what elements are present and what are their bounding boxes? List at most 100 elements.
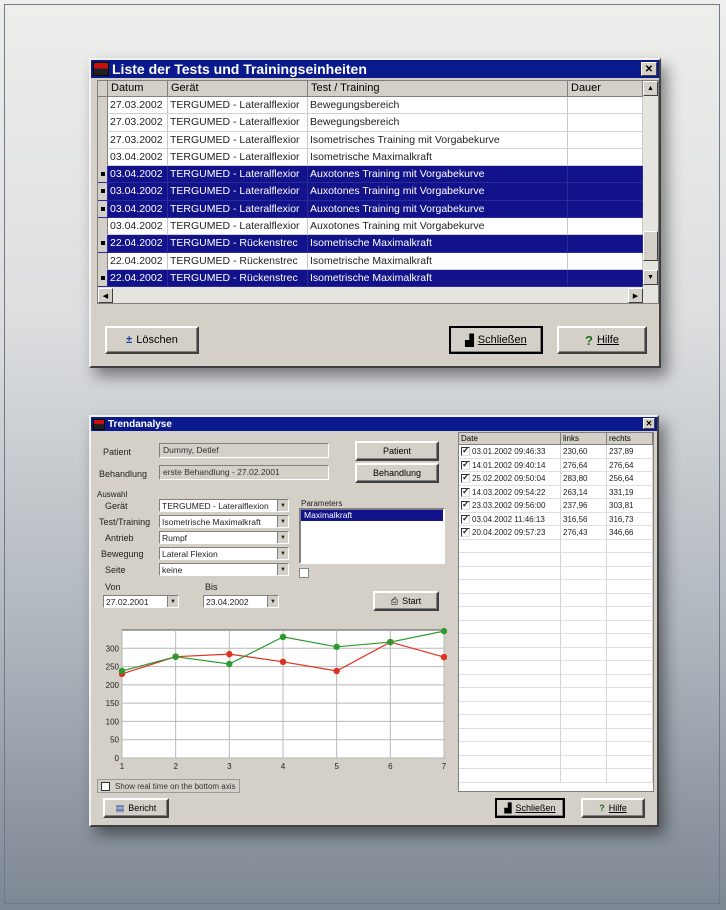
results-table[interactable]: Date links rechts 03.01.2002 09:46:33 230… bbox=[458, 432, 654, 792]
cell-right: 346,66 bbox=[607, 526, 653, 540]
tests-table[interactable]: Datum Gerät Test / Training Dauer 27.03.… bbox=[97, 80, 659, 304]
parameter-item[interactable]: Maximalkraft bbox=[301, 510, 443, 521]
table-row[interactable]: 20.04.2002 09:57:23 276,43346,66 bbox=[459, 526, 653, 540]
table-row[interactable]: 03.01.2002 09:46:33 230,60237,89 bbox=[459, 445, 653, 459]
col-header-date[interactable]: Date bbox=[459, 433, 561, 445]
table-row[interactable]: 25.02.2002 09:50:04 283,80256,64 bbox=[459, 472, 653, 486]
row-checkbox[interactable] bbox=[461, 460, 470, 470]
cell-date: 03.04.2002 bbox=[108, 166, 168, 184]
cell-date bbox=[459, 647, 561, 661]
parameter-checkbox[interactable] bbox=[299, 568, 309, 578]
treatment-label: Behandlung bbox=[99, 469, 148, 479]
data-point-2 bbox=[226, 660, 233, 668]
chevron-down-icon[interactable]: ▼ bbox=[267, 596, 278, 607]
col-header-test[interactable]: Test / Training bbox=[308, 81, 568, 97]
side-select[interactable]: keine ▼ bbox=[159, 563, 289, 576]
col-header-date[interactable]: Datum bbox=[108, 81, 168, 97]
device-select[interactable]: TERGUMED - Lateralflexion ▼ bbox=[159, 499, 289, 512]
col-header-duration[interactable]: Dauer bbox=[568, 81, 643, 97]
y-tick-label: 150 bbox=[106, 699, 120, 708]
table-row[interactable]: 27.03.2002 TERGUMED - Lateralflexior Beweg… bbox=[98, 97, 658, 115]
table-row[interactable]: 14.03.2002 09:54:22 263,14331,19 bbox=[459, 485, 653, 499]
horizontal-scrollbar[interactable]: ◀ ▶ bbox=[98, 287, 643, 303]
list-window-titlebar[interactable]: Liste der Tests und Trainingseinheiten ✕ bbox=[91, 60, 659, 78]
cell-device: TERGUMED - Lateralflexior bbox=[168, 131, 308, 149]
delete-button[interactable]: ± Löschen bbox=[105, 326, 199, 354]
trend-window-titlebar[interactable]: Trendanalyse ✕ bbox=[91, 417, 657, 431]
cell-test: Bewegungsbereich bbox=[308, 97, 568, 115]
treatment-button[interactable]: Behandlung bbox=[355, 463, 439, 483]
table-row[interactable]: 14.01.2002 09:40:14 276,64276,64 bbox=[459, 458, 653, 472]
report-button[interactable]: ▤ Bericht bbox=[103, 798, 169, 818]
table-row[interactable]: 27.03.2002 TERGUMED - Lateralflexior Isome… bbox=[98, 131, 658, 149]
data-point-1 bbox=[226, 650, 233, 658]
data-point-2 bbox=[172, 653, 179, 660]
cell-right bbox=[607, 566, 653, 580]
cell-duration bbox=[568, 235, 643, 253]
chevron-down-icon[interactable]: ▼ bbox=[277, 516, 288, 527]
cell-test: Bewegungsbereich bbox=[308, 114, 568, 132]
close-button[interactable]: ▟ Schließen bbox=[495, 798, 565, 818]
row-checkbox[interactable] bbox=[461, 528, 470, 537]
table-row bbox=[459, 661, 653, 675]
patient-button[interactable]: Patient bbox=[355, 441, 439, 461]
table-row[interactable]: 03.04.2002 11:46:13 316,56316,73 bbox=[459, 512, 653, 526]
to-date-picker[interactable]: 23.04.2002 ▼ bbox=[203, 595, 279, 608]
close-icon[interactable]: ✕ bbox=[643, 418, 655, 429]
row-date-text: 03.04.2002 11:46:13 bbox=[472, 514, 545, 524]
cell-date bbox=[459, 742, 561, 756]
scroll-thumb[interactable] bbox=[643, 231, 658, 261]
row-checkbox[interactable] bbox=[461, 447, 470, 456]
table-row[interactable]: 03.04.2002 TERGUMED - Lateralflexior Auxot… bbox=[98, 183, 658, 201]
chevron-down-icon[interactable]: ▼ bbox=[277, 532, 288, 543]
col-header-device[interactable]: Gerät bbox=[168, 81, 308, 97]
col-header-right[interactable]: rechts bbox=[607, 433, 653, 445]
row-checkbox[interactable] bbox=[461, 514, 470, 524]
table-row[interactable]: 27.03.2002 TERGUMED - Lateralflexior Beweg… bbox=[98, 114, 658, 132]
cell-right bbox=[607, 715, 653, 729]
scroll-down-icon[interactable]: ▼ bbox=[643, 270, 658, 285]
cell-date bbox=[459, 539, 561, 553]
table-row[interactable]: 23.03.2002 09:56:00 237,96303,81 bbox=[459, 499, 653, 513]
help-button[interactable]: ? Hilfe bbox=[581, 798, 645, 818]
cell-right bbox=[607, 539, 653, 553]
start-button[interactable]: ⎙ Start bbox=[373, 591, 439, 611]
chevron-down-icon[interactable]: ▼ bbox=[167, 596, 178, 607]
real-time-option[interactable]: Show real time on the bottom axis bbox=[97, 779, 240, 793]
chevron-down-icon[interactable]: ▼ bbox=[277, 548, 288, 559]
cell-right: 331,19 bbox=[607, 485, 653, 499]
scroll-left-icon[interactable]: ◀ bbox=[98, 288, 113, 303]
table-row[interactable]: 22.04.2002 TERGUMED - Rückenstrec Isometri… bbox=[98, 252, 658, 270]
movement-select[interactable]: Lateral Flexion ▼ bbox=[159, 547, 289, 560]
row-checkbox[interactable] bbox=[461, 474, 470, 483]
table-row[interactable]: 03.04.2002 TERGUMED - Lateralflexior Isome… bbox=[98, 148, 658, 167]
vertical-scrollbar[interactable]: ▲ ▼ bbox=[643, 81, 658, 303]
scroll-right-icon[interactable]: ▶ bbox=[628, 288, 643, 303]
cell-left: 263,14 bbox=[561, 485, 607, 499]
cell-date: 03.01.2002 09:46:33 bbox=[459, 445, 561, 459]
table-row[interactable]: 22.04.2002 TERGUMED - Rückenstrec Isometri… bbox=[98, 235, 658, 253]
help-button[interactable]: ? Hilfe bbox=[557, 326, 647, 354]
table-row[interactable]: 22.04.2002 TERGUMED - Rückenstrec Isometri… bbox=[98, 269, 658, 288]
chevron-down-icon[interactable]: ▼ bbox=[277, 500, 288, 511]
cell-device: TERGUMED - Lateralflexior bbox=[168, 114, 308, 132]
close-icon[interactable]: ✕ bbox=[641, 62, 657, 76]
parameters-list[interactable]: Maximalkraft bbox=[299, 508, 445, 564]
table-row[interactable]: 03.04.2002 TERGUMED - Lateralflexior Auxot… bbox=[98, 218, 658, 236]
cell-left bbox=[561, 634, 607, 648]
table-row[interactable]: 03.04.2002 TERGUMED - Lateralflexior Auxot… bbox=[98, 200, 658, 219]
x-tick-label: 7 bbox=[442, 762, 447, 771]
col-header-left[interactable]: links bbox=[561, 433, 607, 445]
row-checkbox[interactable] bbox=[461, 501, 470, 510]
close-button[interactable]: ▟ Schließen bbox=[449, 326, 543, 354]
test-select[interactable]: Isometrische Maximalkraft ▼ bbox=[159, 515, 289, 528]
drive-select[interactable]: Rumpf ▼ bbox=[159, 531, 289, 544]
row-checkbox[interactable] bbox=[461, 487, 470, 497]
table-row bbox=[459, 701, 653, 715]
scroll-up-icon[interactable]: ▲ bbox=[643, 81, 658, 96]
table-row[interactable]: 03.04.2002 TERGUMED - Lateralflexior Auxot… bbox=[98, 166, 658, 184]
cell-date: 03.04.2002 bbox=[108, 218, 168, 236]
from-date-picker[interactable]: 27.02.2001 ▼ bbox=[103, 595, 179, 608]
chevron-down-icon[interactable]: ▼ bbox=[277, 564, 288, 575]
real-time-checkbox[interactable] bbox=[101, 781, 110, 791]
